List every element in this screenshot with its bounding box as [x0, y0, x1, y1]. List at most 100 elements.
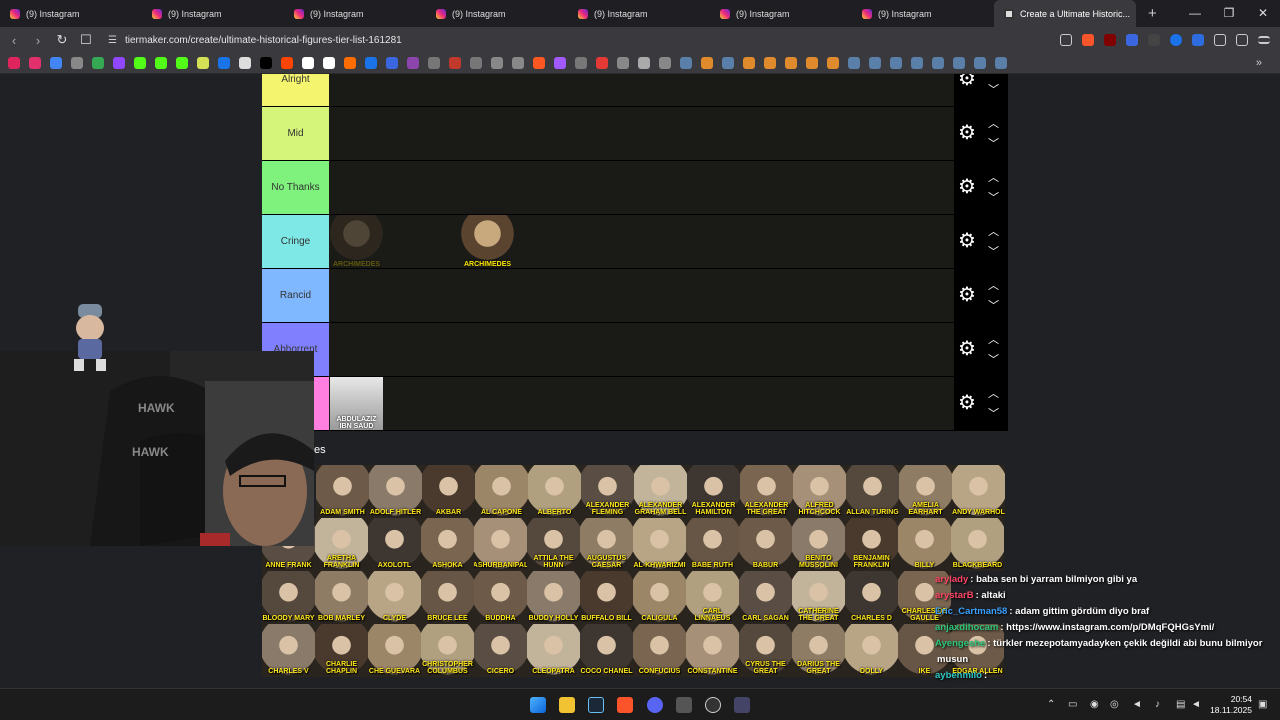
pool-item[interactable]: AUGUSTUS CAESAR [580, 518, 633, 571]
chevron-down-icon[interactable]: ﹀ [988, 405, 999, 421]
tier-label[interactable]: Rancid [262, 269, 329, 322]
tab-active[interactable]: Create a Ultimate Historic...✕ [994, 0, 1136, 27]
bookmark-icon[interactable] [50, 57, 62, 69]
extension-icon[interactable] [1192, 34, 1204, 46]
chevron-up-icon[interactable]: ︿ [988, 169, 999, 185]
pool-item[interactable]: BABE RUTH [686, 518, 739, 571]
pool-item[interactable]: CATHERINE THE GREAT [792, 571, 845, 624]
pool-item[interactable]: CARL LINNAEUS [686, 571, 739, 624]
bookmark-icon[interactable] [134, 57, 146, 69]
chevron-up-icon[interactable]: ︿ [988, 74, 999, 77]
bookmark-icon[interactable] [680, 57, 692, 69]
menu-icon[interactable] [1258, 36, 1270, 44]
new-tab-button[interactable]: + [1148, 5, 1157, 22]
bookmark-icon[interactable] [659, 57, 671, 69]
bookmark-icon[interactable] [197, 57, 209, 69]
tier-label[interactable]: Mid [262, 107, 329, 160]
pool-item[interactable]: ALBERTO [528, 465, 581, 518]
bookmark-icon[interactable] [407, 57, 419, 69]
steam-icon[interactable] [588, 697, 604, 713]
pool-item[interactable]: BILLY [898, 518, 951, 571]
tab-instagram[interactable]: (9) Instagram [284, 0, 426, 27]
chevron-up-icon[interactable]: ︿ [988, 115, 999, 131]
volume-icon[interactable]: ◄ [1132, 699, 1142, 710]
pool-item[interactable]: AL CAPONE [475, 465, 528, 518]
pool-item[interactable]: CLYDE [368, 571, 421, 624]
pool-item[interactable]: ADOLF HITLER [369, 465, 422, 518]
pool-item[interactable]: CONFUCIUS [633, 624, 686, 677]
chevron-down-icon[interactable]: ﹀ [988, 135, 999, 151]
tab-instagram[interactable]: (9) Instagram [852, 0, 994, 27]
bookmark-icon[interactable] [428, 57, 440, 69]
pool-item[interactable]: ARETHA FRANKLIN [315, 518, 368, 571]
forward-icon[interactable]: › [28, 33, 48, 48]
app-icon[interactable] [734, 697, 750, 713]
pool-item[interactable]: ALLAN TURING [846, 465, 899, 518]
chevron-down-icon[interactable]: ﹀ [988, 81, 999, 97]
back-icon[interactable]: ‹ [4, 33, 24, 48]
chevron-down-icon[interactable]: ﹀ [988, 297, 999, 313]
windows-start-icon[interactable] [530, 697, 546, 713]
extension-icon[interactable] [1148, 34, 1160, 46]
bookmark-icon[interactable] [953, 57, 965, 69]
tab-instagram[interactable]: (9) Instagram [426, 0, 568, 27]
tab-instagram[interactable]: (9) Instagram [710, 0, 852, 27]
pool-item[interactable]: ALFRED HITCHCOCK [793, 465, 846, 518]
bookmark-icon[interactable] [92, 57, 104, 69]
chevron-up-icon[interactable]: ︿ [988, 385, 999, 401]
bookmark-icon[interactable] [533, 57, 545, 69]
gear-icon[interactable]: ⚙ [958, 123, 978, 143]
bookmark-icon[interactable] [785, 57, 797, 69]
pool-item[interactable]: ALEXANDER GRAHAM BELL [634, 465, 687, 518]
sidebar-icon[interactable] [1236, 34, 1248, 46]
bookmark-icon[interactable] [323, 57, 335, 69]
tier-label[interactable]: No Thanks [262, 161, 329, 214]
pool-item[interactable]: AL-KHWARIZMI [633, 518, 686, 571]
bookmark-icon[interactable] [155, 57, 167, 69]
bookmark-icon[interactable] [512, 57, 524, 69]
gear-icon[interactable]: ⚙ [958, 285, 978, 305]
gear-icon[interactable]: ⚙ [958, 231, 978, 251]
bookmark-icon[interactable] [722, 57, 734, 69]
pool-item[interactable]: ADAM SMITH [316, 465, 369, 518]
bookmark-icon[interactable] [764, 57, 776, 69]
pool-item[interactable]: BENJAMIN FRANKLIN [845, 518, 898, 571]
pool-item[interactable]: CICERO [474, 624, 527, 677]
pool-item[interactable]: ALEXANDER HAMILTON [687, 465, 740, 518]
bookmark-icon[interactable] [8, 57, 20, 69]
brave-icon[interactable] [617, 697, 633, 713]
bookmark-icon[interactable] [596, 57, 608, 69]
minimize-icon[interactable]: — [1178, 0, 1212, 27]
chevron-down-icon[interactable]: ﹀ [988, 243, 999, 259]
bookmark-icon[interactable] [449, 57, 461, 69]
pool-item[interactable]: BLOODY MARY [262, 571, 315, 624]
pool-item[interactable]: COCO CHANEL [580, 624, 633, 677]
bookmark-icon[interactable] [848, 57, 860, 69]
app-icon[interactable] [676, 697, 692, 713]
pool-item[interactable]: CHRISTOPHER COLUMBUS [421, 624, 474, 677]
pool-item[interactable]: ALEXANDER FLEMING [581, 465, 634, 518]
bookmark-icon[interactable] [239, 57, 251, 69]
extension-icon[interactable] [1126, 34, 1138, 46]
chevron-up-icon[interactable]: ︿ [988, 277, 999, 293]
chevron-up-icon[interactable]: ︿ [988, 223, 999, 239]
pool-item[interactable]: AXOLOTL [368, 518, 421, 571]
bookmark-icon[interactable] [218, 57, 230, 69]
puzzle-icon[interactable] [1214, 34, 1226, 46]
steam-tray-icon[interactable]: ◎ [1110, 699, 1119, 710]
tab-instagram[interactable]: (9) Instagram [568, 0, 710, 27]
bookmark-icon[interactable] [71, 57, 83, 69]
pool-item[interactable]: AMELIA EARHART [899, 465, 952, 518]
pool-item[interactable]: ASHOKA [421, 518, 474, 571]
file-explorer-icon[interactable] [559, 697, 575, 713]
ublock-icon[interactable] [1104, 34, 1116, 46]
extension-icon[interactable] [1170, 34, 1182, 46]
bookmark-icon[interactable] [365, 57, 377, 69]
pool-item[interactable]: CONSTANTINE [686, 624, 739, 677]
app-icon[interactable] [705, 697, 721, 713]
pool-item[interactable]: CHARLES V [262, 624, 315, 677]
network-icon[interactable]: ▤ [1176, 699, 1185, 710]
tray-chevron-icon[interactable]: ⌃ [1047, 699, 1055, 710]
bookmark-icon[interactable] [491, 57, 503, 69]
pool-item[interactable]: BENITO MUSSOLINI [792, 518, 845, 571]
